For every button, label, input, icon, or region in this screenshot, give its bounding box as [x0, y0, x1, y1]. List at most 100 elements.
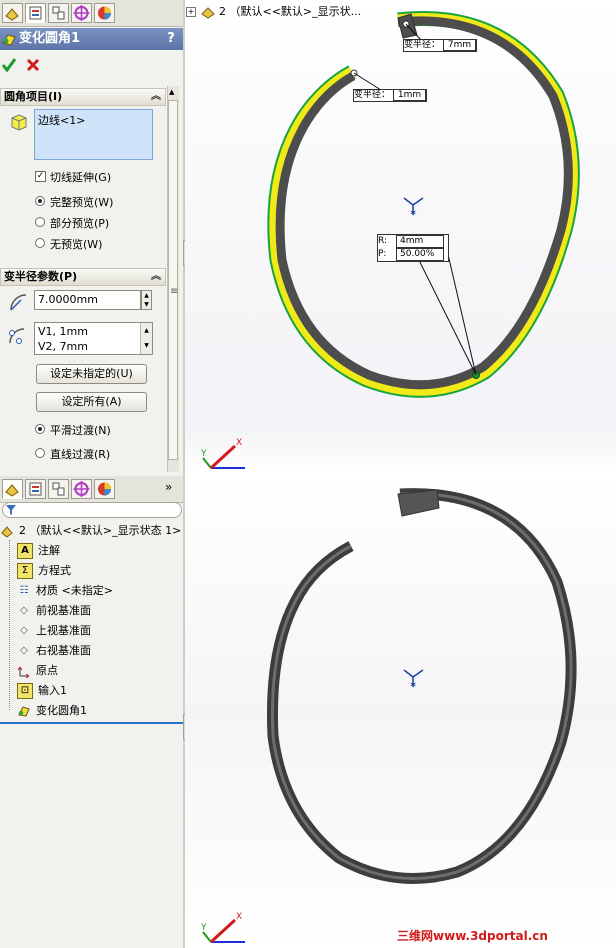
set-all-button[interactable]: 设定所有(A) [36, 392, 147, 412]
configuration-manager-tab[interactable] [48, 3, 69, 23]
callout-label: 变半径： [404, 40, 441, 50]
tree-item-label: 注解 [38, 544, 60, 557]
origin-icon [17, 664, 31, 679]
radius-input[interactable]: 7.0000mm [34, 290, 141, 310]
collapse-chevron-icon[interactable]: ︽ [151, 89, 161, 105]
property-panel-scrollbar[interactable]: ▲ [167, 86, 179, 472]
vertex-list-box[interactable]: V1, 1mm V2, 7mm ▲ ▼ [34, 322, 153, 355]
callout-r-value[interactable]: 4mm [396, 235, 444, 248]
dimxpert-icon [73, 5, 90, 21]
dimxpert-tab[interactable] [71, 3, 92, 23]
graphics-viewport[interactable]: + 2 （默认<<默认>_显示状... ✶ 变半径： 7mm 变半径： 1mm … [185, 0, 616, 948]
feature-manager-tab[interactable] [2, 479, 23, 499]
variable-radius-title: 变半径参数(P) [4, 270, 78, 283]
axis-y-label: Y [201, 923, 207, 933]
edge-list-item[interactable]: 边线<1> [38, 112, 85, 128]
tree-item-label: 变化圆角1 [36, 704, 87, 717]
display-manager-tab[interactable] [94, 479, 115, 499]
watermark: 三维网www.3dportal.cn [397, 927, 548, 944]
tree-item-label: 前视基准面 [36, 604, 91, 617]
property-manager-icon [29, 482, 42, 496]
no-preview-radio[interactable] [35, 238, 45, 248]
material-icon: ☷ [19, 585, 29, 596]
tree-item-import1[interactable]: ⊡ 输入1 [17, 682, 67, 700]
straight-transition-radio[interactable] [35, 448, 45, 458]
display-manager-icon [98, 6, 111, 20]
vertex-list-icon [9, 328, 25, 344]
callout-value[interactable]: 1mm [392, 89, 427, 101]
tree-item-variable-fillet[interactable]: 变化圆角1 [17, 702, 87, 720]
vertex-list-item[interactable]: V1, 1mm [38, 325, 88, 338]
fillet-items-header[interactable]: 圆角项目(I) ︽ [0, 88, 166, 106]
display-manager-icon [98, 482, 111, 496]
callout-variable-radius-7[interactable]: 变半径： 7mm [403, 39, 478, 52]
tree-item-label: 方程式 [38, 564, 71, 577]
vertex-list-item[interactable]: V2, 7mm [38, 340, 88, 353]
expand-tabs-button[interactable]: » [165, 480, 172, 494]
configuration-manager-icon [52, 6, 65, 20]
full-preview-label: 完整预览(W) [50, 196, 114, 209]
collapse-chevron-icon[interactable]: ︽ [151, 269, 161, 285]
tree-item-right-plane[interactable]: ◇ 右视基准面 [17, 642, 91, 660]
callout-value[interactable]: 7mm [442, 39, 477, 51]
scroll-thumb[interactable] [168, 100, 178, 460]
tree-item-label: 输入1 [38, 684, 67, 697]
splitter-grip-icon[interactable]: ≡ [170, 286, 178, 297]
feature-manager-icon [5, 484, 19, 497]
smooth-transition-radio[interactable] [35, 424, 45, 434]
straight-transition-label: 直线过渡(R) [50, 448, 111, 461]
radius-icon [10, 294, 27, 311]
cancel-x-icon[interactable] [25, 57, 41, 73]
svg-text:✶: ✶ [409, 680, 417, 691]
feature-manager-tab[interactable] [2, 3, 23, 23]
tree-item-top-plane[interactable]: ◇ 上视基准面 [17, 622, 91, 640]
filter-icon [6, 505, 16, 515]
callout-radius-position[interactable]: R: 4mm P: 50.00% [377, 234, 449, 262]
tree-item-material[interactable]: ☷ 材质 <未指定> [17, 582, 113, 600]
ok-check-icon[interactable] [1, 57, 17, 73]
full-preview-radio[interactable] [35, 196, 45, 206]
svg-text:✶: ✶ [409, 208, 417, 219]
equation-sigma-icon: Σ [17, 563, 33, 579]
partial-preview-label: 部分预览(P) [50, 217, 110, 230]
tree-item-origin[interactable]: 原点 [17, 662, 58, 680]
callout-variable-radius-1[interactable]: 变半径： 1mm [353, 89, 428, 102]
plane-icon: ◇ [20, 605, 28, 616]
axis-y-label: Y [201, 449, 207, 459]
configuration-manager-icon [52, 482, 65, 496]
property-manager-tab[interactable] [25, 3, 46, 23]
tree-item-label: 右视基准面 [36, 644, 91, 657]
tree-item-annotations[interactable]: A 注解 [17, 542, 60, 560]
edge-selection-icon [11, 114, 27, 131]
vertex-list-scrollbar[interactable]: ▲ ▼ [140, 323, 152, 354]
plane-icon: ◇ [20, 625, 28, 636]
annotation-icon: A [17, 543, 33, 559]
callout-p-value[interactable]: 50.00% [396, 248, 444, 261]
partial-preview-radio[interactable] [35, 217, 45, 227]
manager-tabbar-bottom: » [0, 476, 183, 503]
configuration-manager-tab[interactable] [48, 479, 69, 499]
dimxpert-icon [73, 481, 90, 497]
tree-item-front-plane[interactable]: ◇ 前视基准面 [17, 602, 91, 620]
edge-list-box[interactable]: 边线<1> [34, 109, 153, 160]
scroll-up-arrow-icon[interactable]: ▲ [169, 88, 174, 96]
help-button[interactable]: ? [162, 28, 180, 50]
tree-item-label: 原点 [36, 664, 58, 677]
variable-radius-header[interactable]: 变半径参数(P) ︽ [0, 268, 166, 286]
property-manager-tab[interactable] [25, 479, 46, 499]
tree-root-label: 2 （默认<<默认>_显示状态 1> [19, 524, 182, 537]
manager-tabbar-top [0, 0, 183, 27]
variable-fillet-icon [2, 34, 16, 46]
set-unassigned-button[interactable]: 设定未指定的(U) [36, 364, 147, 384]
tree-root[interactable]: 2 （默认<<默认>_显示状态 1> [0, 522, 181, 540]
tree-item-equations[interactable]: Σ 方程式 [17, 562, 71, 580]
rollback-bar[interactable] [0, 722, 183, 724]
axis-triad-icon: X Y [201, 438, 245, 470]
radius-spinner[interactable]: ▲ ▼ [141, 290, 152, 310]
tangent-propagation-checkbox[interactable]: ✓ [35, 171, 46, 182]
smooth-transition-label: 平滑过渡(N) [50, 424, 111, 437]
dimxpert-tab[interactable] [71, 479, 92, 499]
display-manager-tab[interactable] [94, 3, 115, 23]
tree-filter-input[interactable] [2, 502, 182, 518]
watermark-url: www.3dportal.cn [433, 929, 548, 943]
